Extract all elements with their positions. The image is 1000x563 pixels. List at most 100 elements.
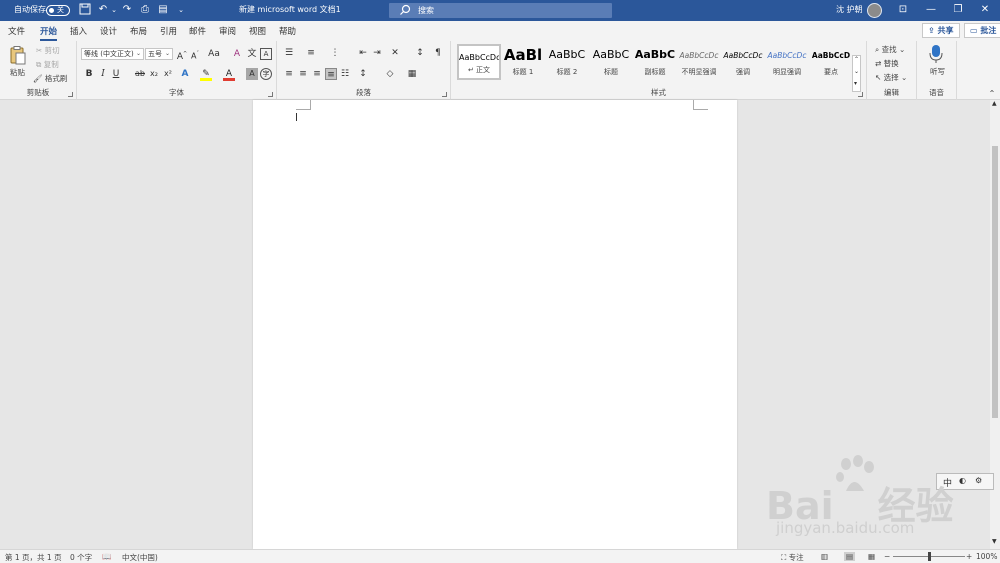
- style-normal[interactable]: AaBbCcDc ↵ 正文: [457, 44, 501, 80]
- bullets-icon[interactable]: ☰: [283, 47, 295, 59]
- zoom-in-icon[interactable]: +: [966, 552, 972, 561]
- decrease-indent-icon[interactable]: ⇤: [357, 47, 369, 59]
- customize-qat-icon[interactable]: ⌄: [174, 3, 188, 17]
- style-emphasis[interactable]: AaBbCcDc 强调: [721, 44, 765, 80]
- character-border-icon[interactable]: A: [260, 48, 272, 60]
- undo-dropdown-icon[interactable]: ⌄: [107, 3, 121, 17]
- tab-home[interactable]: 开始: [40, 25, 58, 41]
- word-count[interactable]: 0 个字: [70, 552, 92, 563]
- replace-button[interactable]: ⇄ 替换: [875, 58, 899, 69]
- comments-button[interactable]: ▭ 批注: [964, 23, 1000, 38]
- align-right-icon[interactable]: ≡: [311, 68, 323, 80]
- clear-formatting-icon[interactable]: A: [231, 48, 243, 60]
- language-indicator[interactable]: 中文(中国): [122, 552, 158, 563]
- distributed-icon[interactable]: ☷: [339, 68, 351, 80]
- line-spacing-icon[interactable]: ↕: [357, 68, 369, 80]
- tab-help[interactable]: 帮助: [279, 25, 296, 37]
- restore-icon[interactable]: ❐: [951, 3, 965, 17]
- tab-mailings[interactable]: 邮件: [189, 25, 206, 37]
- close-icon[interactable]: ✕: [978, 3, 992, 17]
- clipboard-launcher-icon[interactable]: [68, 92, 73, 97]
- justify-icon[interactable]: ≡: [325, 68, 337, 80]
- increase-indent-icon[interactable]: ⇥: [371, 47, 383, 59]
- more-styles-icon[interactable]: ▾: [854, 80, 857, 87]
- style-heading-1[interactable]: AaBl 标题 1: [501, 44, 545, 80]
- print-preview-icon[interactable]: ▤: [156, 3, 170, 17]
- align-center-icon[interactable]: ≡: [297, 68, 309, 80]
- italic-icon[interactable]: I: [97, 68, 109, 80]
- numbering-icon[interactable]: ≡: [305, 47, 317, 59]
- borders-icon[interactable]: ▦: [406, 68, 418, 80]
- scrollbar-thumb[interactable]: [992, 146, 998, 418]
- autosave-toggle[interactable]: 关: [46, 5, 70, 16]
- focus-button[interactable]: ⛶ 专注: [781, 552, 804, 563]
- style-heading-2[interactable]: AaBbC 标题 2: [545, 44, 589, 80]
- ribbon-display-options-icon[interactable]: ⊡: [896, 3, 910, 17]
- bold-icon[interactable]: B: [83, 68, 95, 80]
- show-marks-icon[interactable]: ¶: [432, 47, 444, 59]
- web-layout-icon[interactable]: ▦: [868, 552, 875, 561]
- minimize-icon[interactable]: —: [924, 3, 938, 17]
- page-count[interactable]: 第 1 页，共 1 页: [5, 552, 62, 563]
- zoom-out-icon[interactable]: −: [884, 552, 890, 561]
- superscript-icon[interactable]: x²: [162, 68, 174, 80]
- redo-icon[interactable]: ↷: [120, 3, 134, 17]
- document-page[interactable]: [253, 100, 737, 549]
- tab-references[interactable]: 引用: [160, 25, 177, 37]
- share-button[interactable]: ⇪ 共享: [922, 23, 960, 38]
- collapse-ribbon-icon[interactable]: ⌃: [986, 88, 998, 100]
- chinese-layout-icon[interactable]: ✕: [389, 47, 401, 59]
- tab-file[interactable]: 文件: [8, 25, 25, 37]
- shading-icon[interactable]: ◇: [384, 68, 396, 80]
- subscript-icon[interactable]: x₂: [148, 68, 160, 80]
- grow-font-icon[interactable]: A^: [176, 48, 188, 62]
- change-case-icon[interactable]: Aa: [205, 48, 223, 60]
- proofing-icon[interactable]: 📖: [102, 552, 111, 561]
- save-icon[interactable]: [78, 3, 92, 17]
- format-painter-button[interactable]: 🖌 格式刷: [33, 73, 67, 84]
- zoom-slider-thumb[interactable]: [928, 552, 931, 561]
- tab-review[interactable]: 审阅: [219, 25, 236, 37]
- enclose-characters-icon[interactable]: 字: [260, 68, 272, 80]
- print-layout-icon[interactable]: ▤: [844, 552, 856, 561]
- print-icon[interactable]: ⎙: [138, 3, 152, 17]
- font-launcher-icon[interactable]: [268, 92, 273, 97]
- user-name[interactable]: 沈 护朝: [836, 4, 863, 15]
- tab-insert[interactable]: 插入: [70, 25, 87, 37]
- font-size-select[interactable]: 五号 ⌄: [145, 48, 173, 60]
- cut-button[interactable]: ✂ 剪切: [36, 45, 60, 56]
- copy-button[interactable]: ⧉ 复制: [36, 59, 59, 70]
- tab-design[interactable]: 设计: [100, 25, 117, 37]
- text-effects-icon[interactable]: A: [179, 68, 191, 80]
- style-subtitle[interactable]: AaBbC 副标题: [633, 44, 677, 80]
- style-strong[interactable]: AaBbCcD 要点: [809, 44, 853, 80]
- style-title[interactable]: AaBbC 标题: [589, 44, 633, 80]
- underline-icon[interactable]: U: [110, 68, 122, 80]
- paste-button[interactable]: 粘贴: [8, 45, 30, 79]
- tab-view[interactable]: 视图: [249, 25, 266, 37]
- multilevel-list-icon[interactable]: ⋮: [329, 47, 341, 59]
- avatar[interactable]: [867, 3, 882, 18]
- select-button[interactable]: ↖ 选择 ⌄: [875, 72, 907, 83]
- strikethrough-icon[interactable]: ab: [134, 68, 146, 80]
- read-mode-icon[interactable]: ▥: [821, 552, 828, 561]
- style-intense-emphasis[interactable]: AaBbCcDc 明显强调: [765, 44, 809, 80]
- dictate-button[interactable]: 听写: [927, 44, 949, 80]
- scroll-up-icon[interactable]: ▲: [992, 100, 997, 107]
- font-name-select[interactable]: 等线 (中文正文) ⌄: [81, 48, 144, 60]
- paragraph-launcher-icon[interactable]: [442, 92, 447, 97]
- styles-gallery-scroll[interactable]: ⌃ ⌄ ▾: [852, 55, 861, 92]
- search-box[interactable]: 搜索: [389, 3, 612, 18]
- font-color-icon[interactable]: A: [223, 68, 235, 81]
- tab-layout[interactable]: 布局: [130, 25, 147, 37]
- highlight-icon[interactable]: ✎: [200, 68, 212, 81]
- styles-launcher-icon[interactable]: [858, 92, 863, 97]
- style-subtle-emphasis[interactable]: AaBbCcDc 不明显强调: [677, 44, 721, 80]
- phonetic-guide-icon[interactable]: 文: [246, 48, 258, 60]
- character-shading-icon[interactable]: A: [246, 68, 258, 80]
- align-left-icon[interactable]: ≡: [283, 68, 295, 80]
- sort-icon[interactable]: ↕: [414, 47, 426, 59]
- find-button[interactable]: ⌕ 查找 ⌄: [875, 44, 905, 55]
- shrink-font-icon[interactable]: Aˇ: [189, 48, 201, 61]
- zoom-level[interactable]: 100%: [976, 552, 997, 561]
